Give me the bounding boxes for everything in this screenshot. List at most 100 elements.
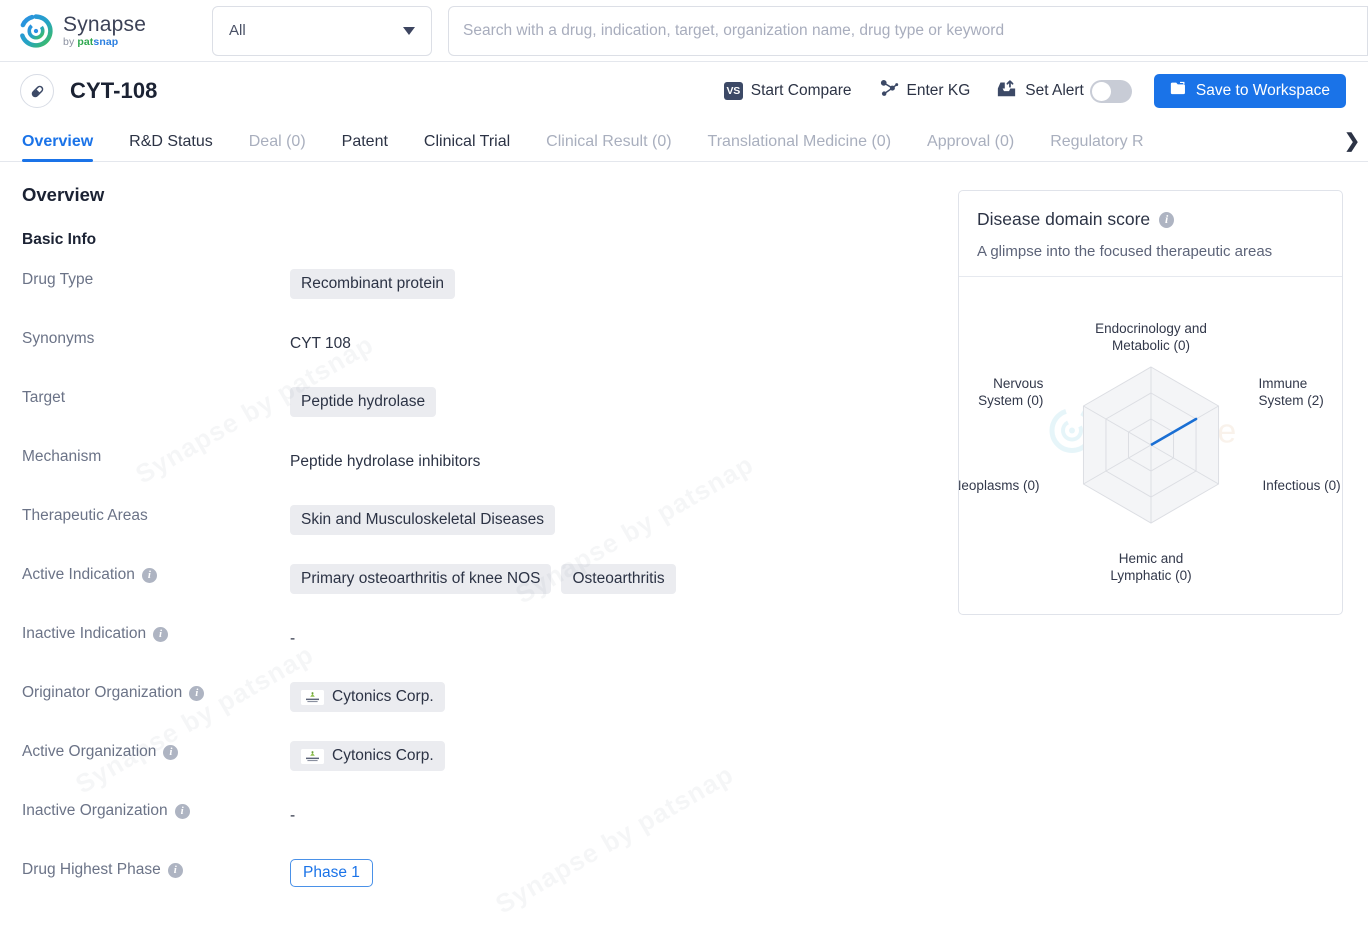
drug-header: CYT-108 VS Start Compare Enter KG Set Al… [0,62,1368,120]
versus-icon: VS [723,82,743,100]
info-row-value: CYT 108 [290,326,351,358]
value-text: - [290,630,296,647]
info-icon[interactable]: i [1159,211,1175,228]
tab-r-d-status[interactable]: R&D Status [129,133,213,161]
info-icon[interactable]: i [163,744,179,760]
tab-deal-0[interactable]: Deal (0) [249,133,306,161]
info-row-label: Synonyms [22,326,290,348]
start-compare-button[interactable]: VS Start Compare [723,82,852,100]
organization-logo-icon [301,748,324,764]
tab-bar: Overview R&D Status Deal (0) Patent Clinical… [0,120,1368,162]
value-text: Recombinant protein [301,275,445,292]
info-icon[interactable]: i [174,803,190,819]
basic-info-list: Drug Type Recombinant protein Synonyms CYT … [22,267,952,916]
enter-kg-label: Enter KG [906,82,971,99]
value-chip[interactable]: Peptide hydrolase [290,387,437,417]
set-alert-label: Set Alert [1025,82,1084,99]
info-row-label: Inactive Indication i [22,621,290,643]
start-compare-label: Start Compare [750,82,852,99]
value-chip[interactable]: Skin and Musculoskeletal Diseases [290,505,555,535]
info-row-label-text: Originator Organization [22,684,183,701]
info-row-label: Drug Type [22,267,290,289]
radar-axis-label: Immune System (2) [1259,376,1324,408]
info-row-label-text: Active Organization [22,743,157,760]
info-row-label-text: Therapeutic Areas [22,507,148,524]
value-chip[interactable]: Primary osteoarthritis of knee NOS [290,564,552,594]
info-row-label-text: Target [22,389,66,406]
radar-axis-label: Hemic and Lymphatic (0) [1110,551,1191,583]
info-row-label-text: Inactive Organization [22,802,168,819]
search-input[interactable] [463,21,1353,40]
value-text: Osteoarthritis [572,570,665,587]
value-text: Peptide hydrolase inhibitors [290,453,481,470]
save-to-workspace-button[interactable]: Save to Workspace [1153,74,1346,108]
info-icon[interactable]: i [141,567,157,583]
info-row-value: - [290,798,295,829]
score-card-subtitle: A glimpse into the focused therapeutic a… [977,243,1273,260]
brand-logo[interactable]: Synapse by patsnap [18,13,194,49]
pill-icon [20,74,54,108]
info-row: Synonyms CYT 108 [22,326,952,385]
chevron-down-icon [403,26,415,35]
info-row-label-text: Synonyms [22,330,95,347]
info-icon[interactable]: i [167,862,183,878]
radar-chart: Synapse by patsnap Endocrinology andMeta… [959,277,1342,607]
value-text: Primary osteoarthritis of knee NOS [301,570,541,587]
search-scope-value: All [229,22,246,39]
search-input-wrapper[interactable] [448,5,1368,56]
empty-value: - [290,623,295,652]
info-row-label-text: Mechanism [22,448,102,465]
brand-name: Synapse [63,12,147,36]
tab-regulatory-r[interactable]: Regulatory R [1050,133,1143,161]
search-scope-select[interactable]: All [212,5,432,56]
status-badge[interactable]: Phase 1 [290,859,373,887]
knowledge-graph-icon [878,79,899,103]
enter-kg-button[interactable]: Enter KG [878,79,971,103]
radar-axis-label: Endocrinology and Metabolic (0) [1095,321,1207,353]
tabs-scroll-right-icon[interactable]: ❯ [1330,130,1360,153]
radar-axis-label: Nervous System (0) [978,376,1044,408]
info-row: Originator Organization i Cytonics Corp. [22,680,952,739]
info-row: Drug Type Recombinant protein [22,267,952,326]
tab-clinical-trial[interactable]: Clinical Trial [424,133,510,161]
info-row-value: - [290,621,295,652]
info-row: Active Organization i Cytonics Corp. [22,739,952,798]
info-row-value: Peptide hydrolase [290,385,437,417]
organization-chip[interactable]: Cytonics Corp. [290,682,445,712]
value-text: Phase 1 [303,864,360,881]
radar-axis-label: Infectious (0) [1263,478,1341,493]
info-row-value: Cytonics Corp. [290,739,445,771]
info-row-value: Phase 1 [290,857,373,887]
set-alert-button[interactable]: Set Alert [996,79,1084,103]
disease-domain-score-card: Disease domain score i A glimpse into th… [958,190,1343,615]
page-title: CYT-108 [70,78,158,103]
top-bar: Synapse by patsnap All [0,0,1368,62]
info-row-label: Originator Organization i [22,680,290,702]
value-text: Peptide hydrolase [301,393,426,410]
info-row-value: Cytonics Corp. [290,680,445,712]
tab-clinical-result-0[interactable]: Clinical Result (0) [546,133,671,161]
tab-translational-medicine-0[interactable]: Translational Medicine (0) [708,133,891,161]
value-text: Skin and Musculoskeletal Diseases [301,511,544,528]
synapse-logo-icon [18,13,54,49]
alert-toggle[interactable] [1089,79,1132,103]
info-row: Active Indication i Primary osteoarthritis… [22,562,952,621]
info-row-label: Therapeutic Areas [22,503,290,525]
info-row-label-text: Inactive Indication [22,625,147,642]
info-row-value: Primary osteoarthritis of knee NOS Osteoa… [290,562,676,594]
tab-approval-0[interactable]: Approval (0) [927,133,1014,161]
info-row: Mechanism Peptide hydrolase inhibitors [22,444,952,503]
value-chip[interactable]: Osteoarthritis [561,564,676,594]
info-row-label-text: Drug Highest Phase [22,861,161,878]
header-actions: VS Start Compare Enter KG Set Alert Save… [723,74,1346,108]
info-icon[interactable]: i [153,626,169,642]
info-row: Drug Highest Phase i Phase 1 [22,857,952,916]
info-icon[interactable]: i [189,685,205,701]
organization-chip[interactable]: Cytonics Corp. [290,741,445,771]
value-text: Cytonics Corp. [332,747,434,764]
value-chip[interactable]: Recombinant protein [290,269,456,299]
tab-overview[interactable]: Overview [22,133,94,162]
tab-patent[interactable]: Patent [342,133,388,161]
overview-panel: Synapse by patsnap Synapse by patsnap Sy… [0,184,1368,919]
organization-logo-icon [301,689,324,705]
